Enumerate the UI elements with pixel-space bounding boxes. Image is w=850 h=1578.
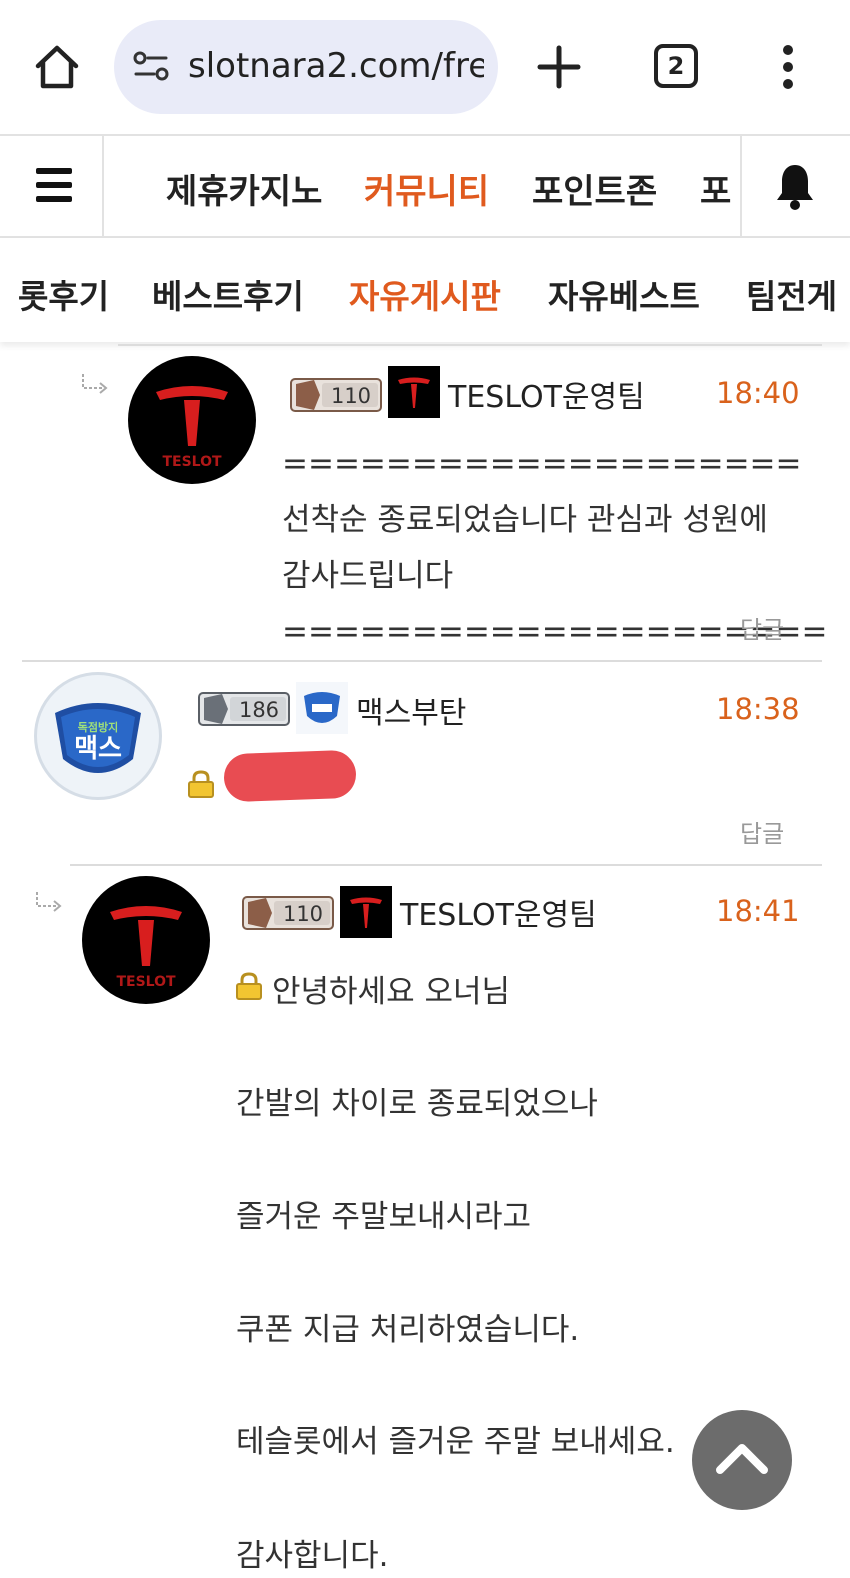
reply-arrow-icon xyxy=(82,374,108,394)
user-icon xyxy=(296,682,348,734)
svg-text:110: 110 xyxy=(331,384,371,408)
sub-nav-item-free-board[interactable]: 자유게시판 xyxy=(349,270,501,318)
comment-list: TESLOT 110 TESLOT운영팀 18:40 =============… xyxy=(0,342,850,1578)
comment-paragraph: 즐거운 주말보내시라고 xyxy=(236,1199,532,1235)
lock-icon xyxy=(236,972,262,1000)
author-name[interactable]: TESLOT운영팀 xyxy=(400,890,597,934)
comment-text: ==================== 선착순 종료되었습니다 관심과 성원에… xyxy=(282,446,828,650)
new-tab-icon[interactable] xyxy=(536,42,582,92)
notification-button[interactable] xyxy=(740,136,850,236)
lock-icon xyxy=(188,770,214,798)
author-name[interactable]: 맥스부탄 xyxy=(356,688,466,732)
divider xyxy=(22,660,822,662)
comment-time: 18:41 xyxy=(716,894,800,928)
nav-item-point-zone[interactable]: 포인트존 xyxy=(532,164,657,213)
comment-paragraph: 안녕하세요 오너님 xyxy=(272,974,511,1010)
divider xyxy=(70,864,822,866)
comment-paragraph: 테슬롯에서 즐거운 주말 보내세요. xyxy=(236,1424,675,1460)
url-text: slotnara2.com/free xyxy=(188,46,484,86)
svg-text:TESLOT: TESLOT xyxy=(116,974,176,990)
comment-paragraph: 쿠폰 지급 처리하였습니다. xyxy=(236,1312,580,1348)
redacted-content xyxy=(223,749,357,803)
tab-switcher-button[interactable]: 2 xyxy=(654,44,698,88)
user-icon xyxy=(388,366,440,418)
home-icon[interactable] xyxy=(32,42,82,92)
max-logo-icon: 독점방지 맥스 xyxy=(55,703,141,773)
nav-item-partner-casino[interactable]: 제휴카지노 xyxy=(166,164,322,213)
comment-paragraph: 간발의 차이로 종료되었으나 xyxy=(236,1086,598,1122)
svg-text:독점방지: 독점방지 xyxy=(78,720,118,734)
level-badge: 110 xyxy=(290,378,382,412)
sub-nav-item-best-review[interactable]: 베스트후기 xyxy=(152,270,304,318)
nav-item-partial[interactable]: 포 xyxy=(700,164,731,213)
comment-time: 18:38 xyxy=(716,692,800,726)
reply-button[interactable]: 답글 xyxy=(740,814,784,849)
comment-paragraph: 감사합니다. xyxy=(236,1538,389,1574)
nav-items: 제휴카지노 커뮤니티 포인트존 포 xyxy=(104,136,740,236)
sub-nav-item-team[interactable]: 팀전게 xyxy=(746,270,837,318)
reply-arrow-icon xyxy=(36,892,62,912)
sub-nav-item-free-best[interactable]: 자유베스트 xyxy=(548,270,700,318)
level-badge: 186 xyxy=(198,692,290,726)
user-icon xyxy=(340,886,392,938)
svg-text:186: 186 xyxy=(239,698,279,722)
scroll-to-top-button[interactable] xyxy=(692,1410,792,1510)
more-menu-icon[interactable] xyxy=(778,42,798,92)
site-settings-icon[interactable] xyxy=(132,50,172,84)
main-nav: 제휴카지노 커뮤니티 포인트존 포 xyxy=(0,134,850,238)
avatar[interactable]: TESLOT xyxy=(128,356,256,484)
avatar[interactable]: TESLOT xyxy=(82,876,210,1004)
tesla-logo-icon: TESLOT xyxy=(110,906,182,990)
chevron-up-icon xyxy=(716,1444,768,1474)
tesla-logo-icon: TESLOT xyxy=(156,386,228,470)
avatar[interactable]: 독점방지 맥스 xyxy=(34,672,162,800)
sub-nav: 롯후기 베스트후기 자유게시판 자유베스트 팀전게 xyxy=(0,238,850,342)
level-badge: 110 xyxy=(242,896,334,930)
reply-button[interactable]: 답글 xyxy=(740,610,784,645)
comment-time: 18:40 xyxy=(716,376,800,410)
bell-icon xyxy=(777,165,813,210)
browser-toolbar: slotnara2.com/free 2 xyxy=(0,0,850,134)
svg-text:110: 110 xyxy=(283,902,323,926)
author-name[interactable]: TESLOT운영팀 xyxy=(448,372,645,416)
divider xyxy=(118,344,822,346)
sub-nav-item-review[interactable]: 롯후기 xyxy=(18,270,109,318)
svg-text:TESLOT: TESLOT xyxy=(162,454,222,470)
hamburger-menu-icon[interactable] xyxy=(0,136,104,236)
nav-item-community[interactable]: 커뮤니티 xyxy=(364,164,489,213)
svg-text:맥스: 맥스 xyxy=(74,734,122,764)
address-bar[interactable]: slotnara2.com/free xyxy=(114,20,498,114)
